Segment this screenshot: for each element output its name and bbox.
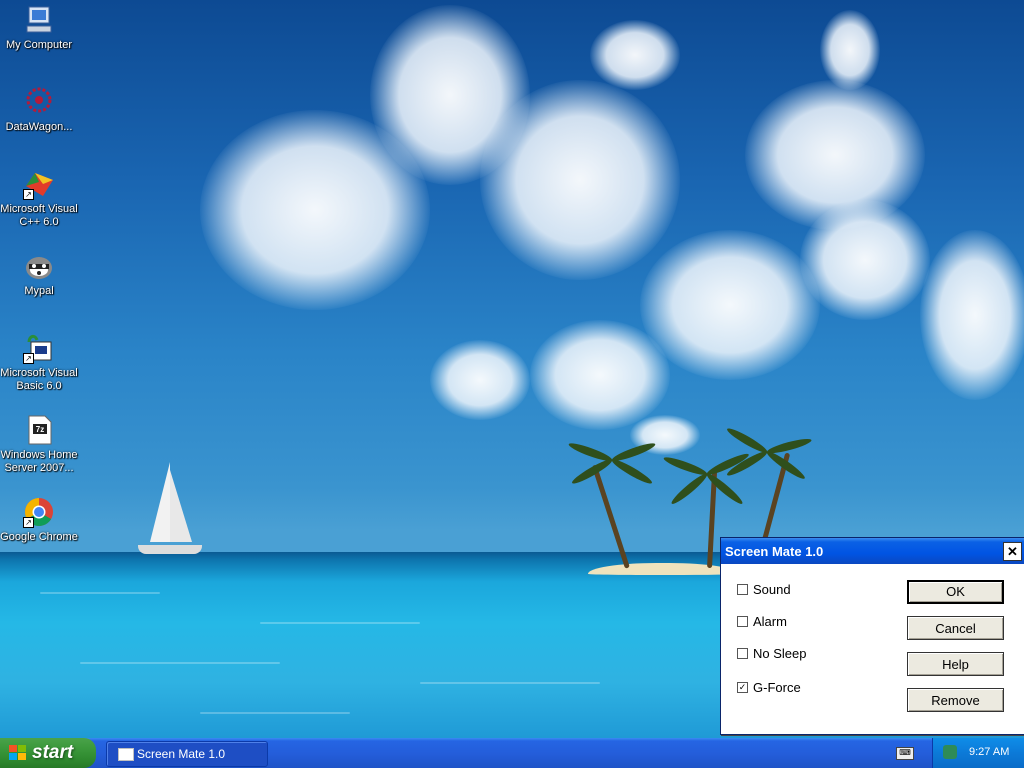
start-label: start xyxy=(32,742,74,763)
checkbox-sound[interactable]: Sound xyxy=(737,581,791,597)
desktop-icon-label: Microsoft Visual C++ 6.0 xyxy=(0,203,78,228)
checkbox-label: Sound xyxy=(753,581,791,597)
desktop-icon-visual-cpp[interactable]: ↗ Microsoft Visual C++ 6.0 xyxy=(0,168,78,229)
checkmark-icon: ✓ xyxy=(738,681,747,692)
visual-basic-icon: ↗ xyxy=(23,332,55,364)
cloud xyxy=(640,230,820,380)
help-button[interactable]: Help xyxy=(907,652,1004,676)
my-computer-icon xyxy=(23,4,55,36)
cloud xyxy=(590,20,680,90)
cloud xyxy=(430,340,530,420)
cloud xyxy=(530,320,670,430)
mypal-icon xyxy=(23,250,55,282)
shortcut-arrow-icon: ↗ xyxy=(23,517,34,528)
checkbox-label: No Sleep xyxy=(753,645,807,661)
desktop-icon-label: Microsoft Visual Basic 6.0 xyxy=(0,367,78,392)
sailboat xyxy=(150,462,170,542)
keyboard-icon[interactable]: ⌨ xyxy=(896,747,914,760)
datawagon-icon xyxy=(23,86,55,118)
checkbox-label: Alarm xyxy=(753,613,787,629)
network-tray-icon[interactable] xyxy=(943,745,957,759)
desktop-icon-datawagon[interactable]: DataWagon... xyxy=(0,86,78,134)
desktop-icon-windows-home-server[interactable]: 7z Windows Home Server 2007... xyxy=(0,414,78,475)
cloud xyxy=(820,10,880,90)
desktop-icon-label: DataWagon... xyxy=(5,121,73,133)
desktop-icon-label: My Computer xyxy=(5,39,73,51)
desktop-icon-mypal[interactable]: Mypal xyxy=(0,250,78,298)
taskbar: start Screen Mate 1.0 ⌨ 9:27 AM xyxy=(0,738,1024,768)
desktop-icon-visual-basic[interactable]: ↗ Microsoft Visual Basic 6.0 xyxy=(0,332,78,393)
remove-button[interactable]: Remove xyxy=(907,688,1004,712)
desktop-icon-label: Mypal xyxy=(24,285,54,297)
dialog-titlebar[interactable]: Screen Mate 1.0 ✕ xyxy=(721,538,1024,564)
shortcut-arrow-icon: ↗ xyxy=(23,353,34,364)
windows-flag-icon xyxy=(9,745,27,761)
7z-file-icon: 7z xyxy=(23,414,55,446)
window-icon xyxy=(118,748,134,761)
close-icon: ✕ xyxy=(1007,544,1018,559)
taskbar-button-screen-mate[interactable]: Screen Mate 1.0 xyxy=(106,741,268,767)
ok-button[interactable]: OK xyxy=(907,580,1004,604)
close-button[interactable]: ✕ xyxy=(1003,542,1022,561)
checkbox-box[interactable] xyxy=(737,647,748,659)
checkbox-no-sleep[interactable]: No Sleep xyxy=(737,645,806,661)
checkbox-label: G-Force xyxy=(753,679,801,695)
shortcut-arrow-icon: ↗ xyxy=(23,189,34,200)
desktop-icon-label: Google Chrome xyxy=(0,531,78,543)
chrome-icon: ↗ xyxy=(23,496,55,528)
taskbar-button-label: Screen Mate 1.0 xyxy=(137,747,226,761)
desktop-icon-google-chrome[interactable]: ↗ Google Chrome xyxy=(0,496,78,544)
screen-mate-dialog: Screen Mate 1.0 ✕ Sound Alarm No Sleep ✓… xyxy=(720,537,1024,735)
checkbox-g-force[interactable]: ✓ G-Force xyxy=(737,679,801,695)
desktop-icon-label: Windows Home Server 2007... xyxy=(0,449,78,474)
start-button[interactable]: start xyxy=(0,738,96,768)
cloud xyxy=(920,230,1024,400)
checkbox-box-checked[interactable]: ✓ xyxy=(737,681,748,693)
checkbox-box[interactable] xyxy=(737,615,748,627)
visual-cpp-icon: ↗ xyxy=(23,168,55,200)
checkbox-alarm[interactable]: Alarm xyxy=(737,613,787,629)
system-tray: 9:27 AM xyxy=(932,738,1024,768)
cancel-button[interactable]: Cancel xyxy=(907,616,1004,640)
svg-text:7z: 7z xyxy=(36,425,44,434)
desktop-icon-my-computer[interactable]: My Computer xyxy=(0,4,78,52)
cloud xyxy=(480,80,680,280)
checkbox-box[interactable] xyxy=(737,583,748,595)
clock[interactable]: 9:27 AM xyxy=(969,746,1009,758)
dialog-title: Screen Mate 1.0 xyxy=(725,544,824,559)
